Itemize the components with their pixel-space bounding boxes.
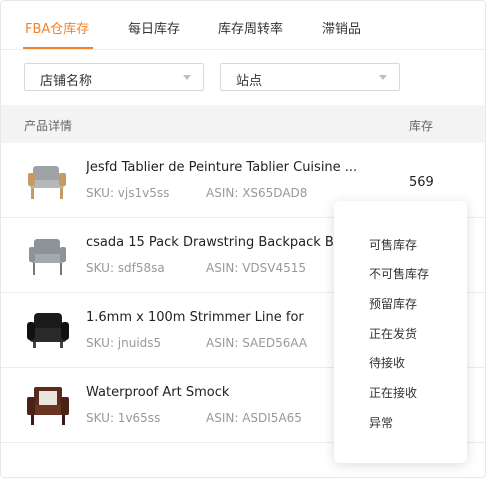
product-sku: SKU: sdf58sa (86, 261, 165, 275)
product-title[interactable]: 1.6mm x 100m Strimmer Line for (86, 310, 356, 325)
brown-leather-chair-icon (27, 387, 69, 425)
product-title[interactable]: csada 15 Pack Drawstring Backpack Ba (86, 235, 356, 250)
dropdown-item-abnormal[interactable]: 异常 (369, 414, 393, 431)
gray-armchair-icon (28, 166, 66, 199)
stock-type-dropdown: 可售库存 不可售库存 预留库存 正在发货 待接收 正在接收 异常 (334, 201, 467, 463)
shop-select-label: 店铺名称 (40, 74, 93, 89)
header-stock[interactable]: 库存 (409, 117, 433, 134)
tab-slow-moving[interactable]: 滞销品 (322, 18, 361, 37)
active-tab-indicator (23, 47, 93, 49)
gray-armchair-icon (29, 239, 66, 275)
product-sku: SKU: jnuids5 (86, 336, 162, 350)
product-title[interactable]: Waterproof Art Smock (86, 385, 356, 400)
product-asin: ASIN: ASDI5A65 (206, 411, 302, 425)
tab-fba-inventory[interactable]: FBA仓库存 (25, 18, 89, 37)
product-sku: SKU: 1v65ss (86, 411, 161, 425)
tab-turnover-rate[interactable]: 库存周转率 (218, 18, 283, 37)
chevron-down-icon (379, 75, 387, 80)
product-asin: ASIN: XS65DAD8 (206, 186, 308, 200)
site-select-label: 站点 (236, 74, 263, 89)
dropdown-item-unsellable[interactable]: 不可售库存 (369, 265, 429, 282)
product-sku: SKU: vjs1v5ss (86, 186, 170, 200)
inventory-panel: FBA仓库存 每日库存 库存周转率 滞销品 店铺名称 站点 产品详情 库存 Je… (0, 0, 486, 478)
site-select[interactable]: 站点 (220, 63, 400, 91)
black-sofa-chair-icon (27, 313, 69, 348)
tab-bar: FBA仓库存 每日库存 库存周转率 滞销品 (1, 1, 485, 50)
stock-quantity: 569 (409, 175, 434, 190)
table-header: 产品详情 库存 (1, 105, 485, 143)
product-asin: ASIN: VDSV4515 (206, 261, 307, 275)
dropdown-item-pending-receipt[interactable]: 待接收 (369, 354, 405, 371)
tab-daily-inventory[interactable]: 每日库存 (128, 18, 180, 37)
dropdown-item-reserved[interactable]: 预留库存 (369, 295, 417, 312)
shop-select[interactable]: 店铺名称 (24, 63, 204, 91)
dropdown-item-sellable[interactable]: 可售库存 (369, 236, 417, 253)
product-title[interactable]: Jesfd Tablier de Peinture Tablier Cuisin… (86, 160, 356, 175)
product-asin: ASIN: SAED56AA (206, 336, 308, 350)
chevron-down-icon (183, 75, 191, 80)
header-product-details: 产品详情 (24, 119, 73, 133)
dropdown-item-receiving[interactable]: 正在接收 (369, 384, 417, 401)
dropdown-item-shipping[interactable]: 正在发货 (369, 325, 417, 342)
